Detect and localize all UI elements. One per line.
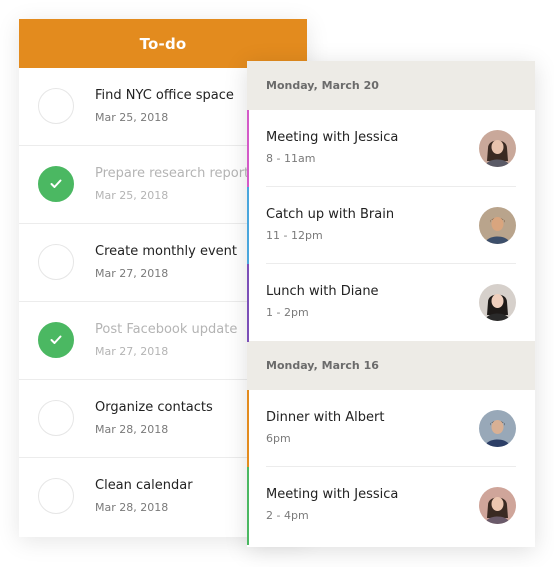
todo-item-title: Find NYC office space: [95, 88, 234, 103]
event-color-bar: [247, 187, 249, 265]
event-color-bar: [247, 110, 249, 188]
event-time: 1 - 2pm: [266, 306, 309, 319]
day-events: Meeting with Jessica 8 - 11am Catch up w…: [247, 110, 535, 342]
day-header: Monday, March 20: [247, 61, 535, 110]
woman-avatar-icon: [479, 130, 516, 167]
avatar[interactable]: [479, 130, 516, 167]
check-icon: [50, 335, 62, 344]
todo-item-date: Mar 25, 2018: [95, 189, 169, 202]
todo-item-date: Mar 27, 2018: [95, 345, 169, 358]
todo-item-title: Prepare research report: [95, 166, 250, 181]
todo-checkbox[interactable]: [38, 478, 74, 514]
event-color-bar: [247, 390, 249, 468]
todo-item-date: Mar 28, 2018: [95, 501, 169, 514]
todo-item-title: Clean calendar: [95, 478, 193, 493]
todo-checkbox[interactable]: [38, 166, 74, 202]
event-time: 11 - 12pm: [266, 229, 323, 242]
event-item[interactable]: Dinner with Albert 6pm: [247, 390, 535, 468]
avatar[interactable]: [479, 410, 516, 447]
todo-checkbox[interactable]: [38, 322, 74, 358]
todo-item-title: Organize contacts: [95, 400, 213, 415]
event-title: Meeting with Jessica: [266, 130, 399, 145]
avatar[interactable]: [479, 207, 516, 244]
day-label: Monday, March 16: [266, 359, 379, 372]
woman-avatar-icon: [479, 487, 516, 524]
event-item[interactable]: Meeting with Jessica 2 - 4pm: [247, 467, 535, 545]
todo-item-date: Mar 25, 2018: [95, 111, 169, 124]
todo-title: To-do: [139, 34, 187, 53]
todo-item-date: Mar 27, 2018: [95, 267, 169, 280]
day-header: Monday, March 16: [247, 341, 535, 390]
event-color-bar: [247, 264, 249, 342]
day-events: Dinner with Albert 6pm Meeting with Jess…: [247, 390, 535, 545]
todo-checkbox[interactable]: [38, 88, 74, 124]
event-title: Meeting with Jessica: [266, 487, 399, 502]
man-avatar-icon: [479, 410, 516, 447]
todo-item-title: Post Facebook update: [95, 322, 238, 337]
todo-checkbox[interactable]: [38, 244, 74, 280]
avatar[interactable]: [479, 487, 516, 524]
todo-item-date: Mar 28, 2018: [95, 423, 169, 436]
check-icon: [50, 179, 62, 188]
event-title: Dinner with Albert: [266, 410, 385, 425]
event-item[interactable]: Lunch with Diane 1 - 2pm: [247, 264, 535, 342]
event-time: 6pm: [266, 432, 291, 445]
event-title: Catch up with Brain: [266, 207, 395, 222]
event-title: Lunch with Diane: [266, 284, 379, 299]
event-item[interactable]: Catch up with Brain 11 - 12pm: [247, 187, 535, 265]
event-color-bar: [247, 467, 249, 545]
woman-avatar-icon: [479, 284, 516, 321]
event-time: 2 - 4pm: [266, 509, 309, 522]
event-time: 8 - 11am: [266, 152, 316, 165]
man-avatar-icon: [479, 207, 516, 244]
avatar[interactable]: [479, 284, 516, 321]
calendar-card: Monday, March 20 Meeting with Jessica 8 …: [247, 61, 535, 547]
day-label: Monday, March 20: [266, 79, 379, 92]
todo-item-title: Create monthly event: [95, 244, 237, 259]
todo-checkbox[interactable]: [38, 400, 74, 436]
event-item[interactable]: Meeting with Jessica 8 - 11am: [247, 110, 535, 188]
